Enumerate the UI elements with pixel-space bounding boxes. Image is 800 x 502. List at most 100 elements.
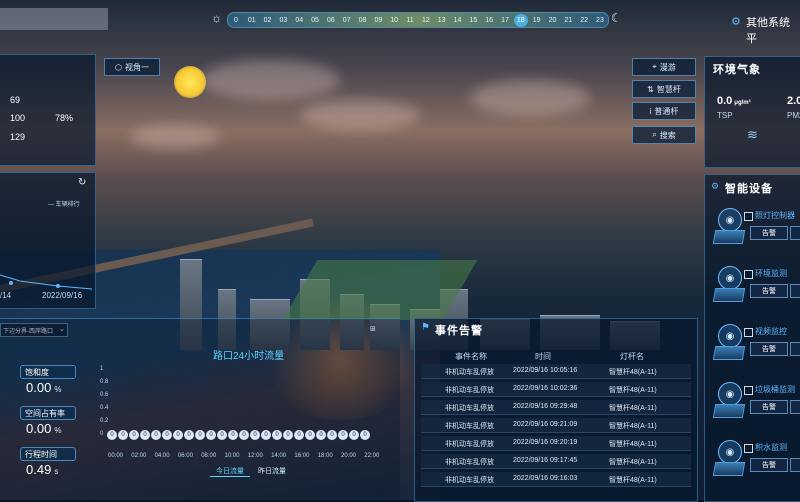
env-icon: ◉ [718,266,742,290]
traffic-hour-counts: 000000000000000000000000 [107,430,397,442]
hour-count: 0 [206,430,216,440]
smart-pole-button[interactable]: ⇅ 智慧杆 [632,80,696,98]
water-icon: ◉ [718,440,742,464]
hour-18[interactable]: 18 [513,13,528,27]
tab-today[interactable]: 今日流量 [210,466,250,477]
refresh-icon[interactable]: ↻ [78,177,86,188]
tag-extra [790,226,800,240]
device-base [712,462,746,476]
other-systems-link[interactable]: 其他系统平 [746,14,800,46]
device-checkbox[interactable] [744,328,753,337]
hour-20[interactable]: 20 [545,17,559,24]
view-button[interactable]: ⬡ 视角一 [104,58,160,76]
event-time: 2022/09/16 10:05:16 [513,367,578,374]
hour-01[interactable]: 01 [245,17,259,24]
hour-23[interactable]: 23 [593,17,607,24]
hour-14[interactable]: 14 [451,17,465,24]
system-icon: ⚙ [731,16,741,28]
sun-icon [174,66,206,98]
sun-toggle-icon[interactable]: ☼ [211,11,222,25]
hour-13[interactable]: 13 [435,17,449,24]
alarm-tag[interactable]: 告警 [750,226,788,240]
device-base [712,404,746,418]
hour-06[interactable]: 06 [324,17,338,24]
hour-07[interactable]: 07 [340,17,354,24]
normal-pole-button[interactable]: i 普通杆 [632,102,696,120]
event-row[interactable]: 非机动车乱停放 2022/09/16 09:29:48 智慧杆48(A-11) [421,400,691,415]
event-panel-title: 事件告警 [435,325,483,337]
tag-extra [790,342,800,356]
device-checkbox[interactable] [744,270,753,279]
trash-icon: ◉ [718,382,742,406]
pole-icon: i [649,106,652,116]
chart-date-2: 2022/09/16 [42,291,83,300]
alarm-tag[interactable]: 告警 [750,400,788,414]
hour-15[interactable]: 15 [466,17,480,24]
x-tick: 18:00 [317,453,333,459]
device-base [712,230,746,244]
x-tick: 02:00 [131,453,147,459]
hour-timeline[interactable]: 0 01 02 03 04 05 06 07 08 09 10 11 12 13 14 15 16 17 18 19 2… [227,12,609,28]
hour-count: 0 [173,430,183,440]
hour-04[interactable]: 04 [292,17,306,24]
stat-value-2: 100 [10,113,26,123]
hour-08[interactable]: 08 [356,17,370,24]
pin-icon: ⌖ [652,62,657,71]
event-row[interactable]: 非机动车乱停放 2022/09/16 10:02:36 智慧杆48(A-11) [421,382,691,397]
search-button[interactable]: ⌕ 搜索 [632,126,696,144]
stat-value-1: 69 [10,95,21,105]
event-row[interactable]: 非机动车乱停放 2022/09/16 09:16:03 智慧杆48(A-11) [421,472,691,487]
device-item: ◉ 视频监控告警 [712,322,800,377]
hour-02[interactable]: 02 [261,17,275,24]
hour-11[interactable]: 11 [403,17,417,24]
hour-21[interactable]: 21 [561,17,575,24]
lamp-icon: ◉ [718,208,742,232]
event-time: 2022/09/16 09:29:48 [513,403,578,410]
hour-09[interactable]: 09 [371,17,385,24]
hour-22[interactable]: 22 [577,17,591,24]
hour-03[interactable]: 03 [276,17,290,24]
device-checkbox[interactable] [744,444,753,453]
camera-icon: ◉ [718,324,742,348]
device-checkbox[interactable] [744,212,753,221]
alarm-tag[interactable]: 告警 [750,284,788,298]
alarm-tag[interactable]: 告警 [750,458,788,472]
hour-16[interactable]: 16 [482,17,496,24]
tsp-value: 0.0 μg/m³ [717,95,751,107]
col-time: 时间 [535,352,551,361]
event-row[interactable]: 非机动车乱停放 2022/09/16 10:05:16 智慧杆48(A-11) [421,364,691,379]
tab-yesterday[interactable]: 昨日流量 [252,466,292,476]
hour-19[interactable]: 19 [530,17,544,24]
hour-count: 0 [151,430,161,440]
hour-0[interactable]: 0 [229,17,243,24]
device-checkbox[interactable] [744,386,753,395]
devices-icon: ⚙ [711,181,720,191]
environment-title: 环境气象 [713,64,761,76]
travel-time-label: 行程时间 [20,447,76,461]
y-tick: 0.2 [100,418,109,424]
pm-label: PM2 [787,111,800,120]
hour-12[interactable]: 12 [419,17,433,24]
moon-toggle-icon[interactable]: ☾ [611,11,622,25]
hour-count: 0 [239,430,249,440]
event-row[interactable]: 非机动车乱停放 2022/09/16 09:21:09 智慧杆48(A-11) [421,418,691,433]
event-pole: 智慧杆48(A-11) [609,369,657,376]
hour-05[interactable]: 05 [308,17,322,24]
hour-count: 0 [349,430,359,440]
event-name: 非机动车乱停放 [445,477,494,484]
event-row[interactable]: 非机动车乱停放 2022/09/16 09:20:19 智慧杆48(A-11) [421,436,691,451]
traffic-title: 路口24小时流量 [213,351,285,362]
device-name: 照灯控制器 [755,211,795,220]
event-name: 非机动车乱停放 [445,369,494,376]
hour-17[interactable]: 17 [498,17,512,24]
device-name: 视频监控 [755,327,787,336]
hour-10[interactable]: 10 [387,17,401,24]
x-tick: 22:00 [364,453,380,459]
tsp-label: TSP [717,111,733,120]
hour-count: 0 [140,430,150,440]
event-time: 2022/09/16 09:21:09 [513,421,578,428]
alarm-tag[interactable]: 告警 [750,342,788,356]
hour-count: 0 [338,430,348,440]
roam-button[interactable]: ⌖ 漫游 [632,58,696,76]
event-row[interactable]: 非机动车乱停放 2022/09/16 09:17:45 智慧杆48(A-11) [421,454,691,469]
